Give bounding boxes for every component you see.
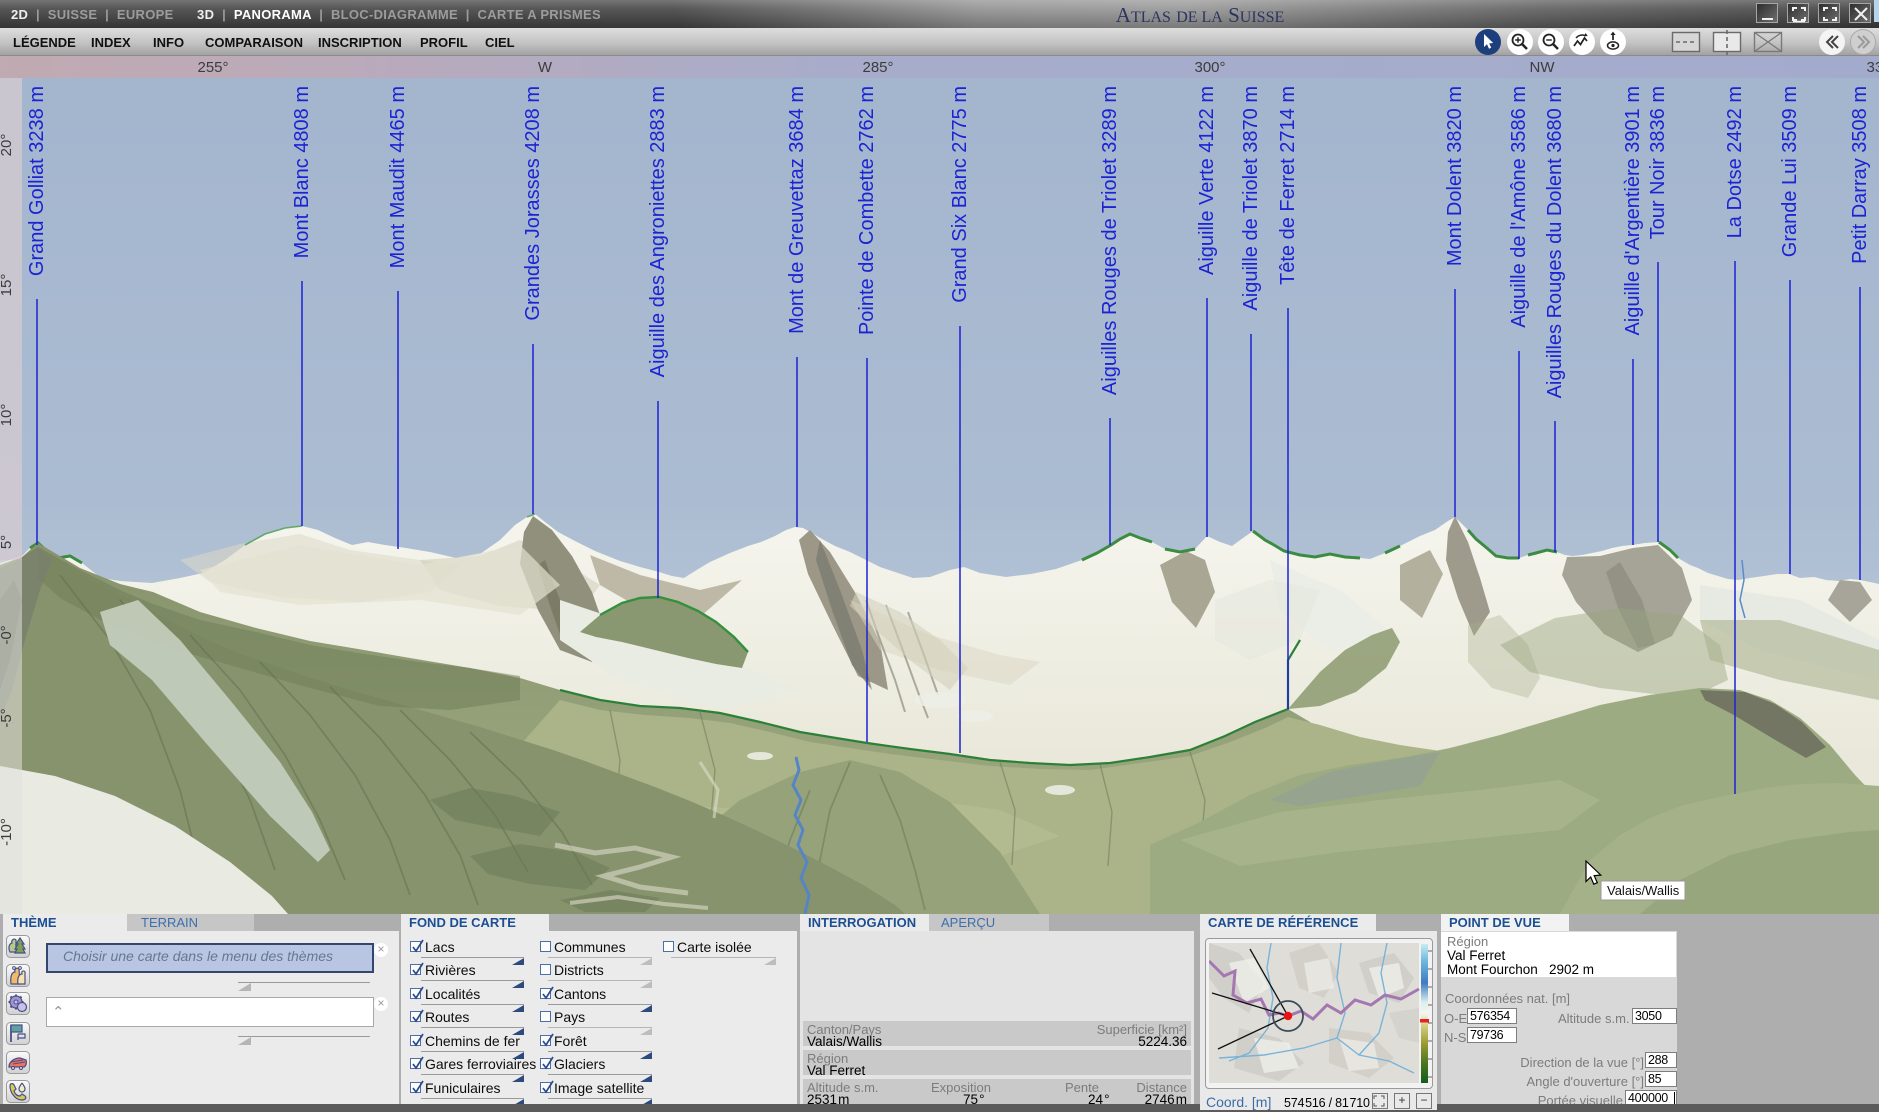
svg-text:-5°: -5°	[0, 708, 15, 727]
svg-text:330°: 330°	[1866, 59, 1879, 76]
svg-text:-0°: -0°	[0, 625, 15, 644]
svg-text:Grand Golliat 3238 m: Grand Golliat 3238 m	[26, 86, 48, 276]
svg-text:285°: 285°	[862, 59, 893, 76]
svg-text:20°: 20°	[0, 134, 15, 157]
svg-text:-10°: -10°	[0, 818, 15, 846]
svg-text:10°: 10°	[0, 404, 15, 427]
svg-text:Mont de Greuvettaz 3684 m: Mont de Greuvettaz 3684 m	[786, 86, 808, 334]
svg-text:Aiguille d'Argentière 3901: Aiguille d'Argentière 3901 m	[1622, 86, 1644, 336]
svg-text:Tour Noir 3836 m: Tour Noir 3836 m	[1647, 86, 1669, 239]
svg-text:Aiguille de Triolet 3870 m: Aiguille de Triolet 3870 m	[1240, 86, 1262, 311]
svg-text:Tête de Ferret 2714 m: Tête de Ferret 2714 m	[1277, 86, 1299, 285]
svg-text:Grand Six Blanc 2775 m: Grand Six Blanc 2775 m	[949, 86, 971, 303]
svg-text:Mont Maudit 4465 m: Mont Maudit 4465 m	[387, 86, 409, 268]
svg-text:Pointe de Combette 2762 m: Pointe de Combette 2762 m	[856, 86, 878, 335]
svg-text:5°: 5°	[0, 535, 15, 549]
svg-text:Aiguille de l'Amône 3586 m: Aiguille de l'Amône 3586 m	[1508, 86, 1530, 328]
svg-text:255°: 255°	[197, 59, 228, 76]
svg-text:Grandes Jorasses 4208 m: Grandes Jorasses 4208 m	[522, 86, 544, 321]
svg-text:Mont Dolent 3820 m: Mont Dolent 3820 m	[1444, 86, 1466, 266]
svg-text:Petit Darray 3508 m: Petit Darray 3508 m	[1849, 86, 1871, 264]
svg-text:Grande Lui 3509 m: Grande Lui 3509 m	[1779, 86, 1801, 257]
svg-text:Aiguille des Angroniettes 2: Aiguille des Angroniettes 2883 m	[647, 86, 669, 377]
svg-text:300°: 300°	[1194, 59, 1225, 76]
svg-text:Valais/Wallis: Valais/Wallis	[1607, 883, 1680, 898]
svg-text:15°: 15°	[0, 274, 15, 297]
svg-text:Aiguilles Rouges de Triolet: Aiguilles Rouges de Triolet 3289 m	[1099, 86, 1121, 395]
svg-text:Aiguilles Rouges du Dolent: Aiguilles Rouges du Dolent 3680 m	[1544, 86, 1566, 398]
svg-text:W: W	[538, 59, 553, 76]
svg-text:Mont Blanc 4808 m: Mont Blanc 4808 m	[291, 86, 313, 258]
svg-text:La Dotse 2492 m: La Dotse 2492 m	[1724, 86, 1746, 238]
svg-text:NW: NW	[1530, 59, 1556, 76]
svg-text:Aiguille Verte 4122 m: Aiguille Verte 4122 m	[1196, 86, 1218, 275]
